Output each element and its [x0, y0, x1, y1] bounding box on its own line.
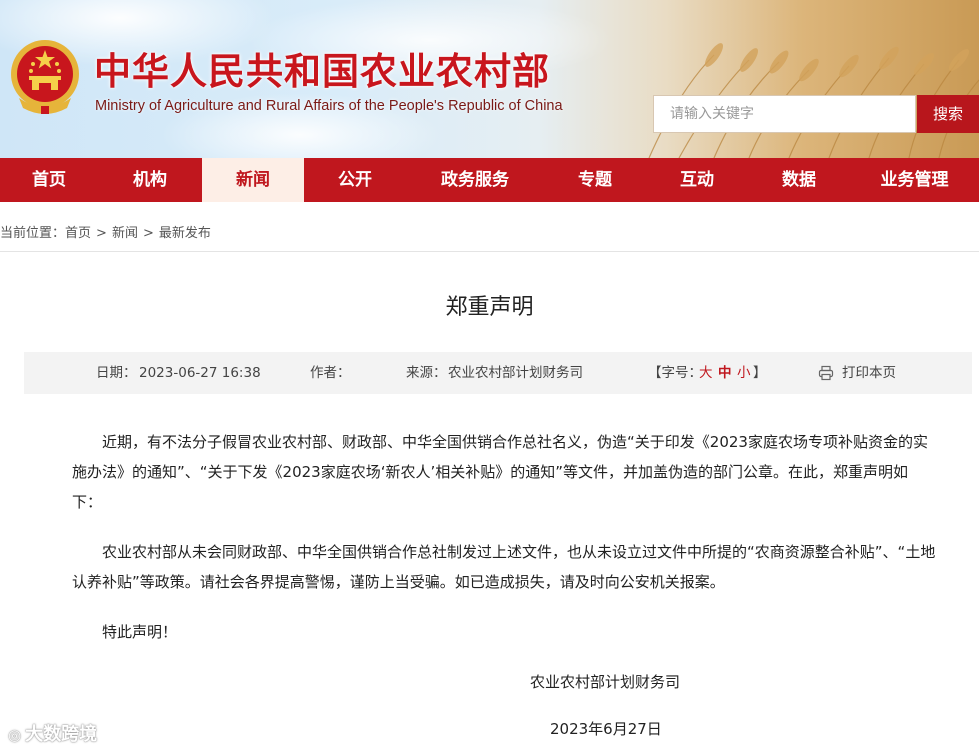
- article-date: 2023-06-27 16:38: [139, 365, 261, 381]
- nav-item-data[interactable]: 数据: [748, 158, 850, 202]
- font-size-medium-button[interactable]: 中: [718, 352, 732, 394]
- divider: [0, 251, 979, 252]
- breadcrumb-latest[interactable]: 最新发布: [159, 226, 211, 241]
- search-input[interactable]: [654, 96, 910, 132]
- article-signature: 农业农村部计划财务司: [530, 673, 681, 691]
- article-source: 农业农村部计划财务司: [448, 365, 583, 381]
- breadcrumb: 当前位置：首页 > 新闻 > 最新发布: [0, 222, 211, 241]
- search-button[interactable]: 搜索: [917, 95, 979, 133]
- nav-item-interaction[interactable]: 互动: [646, 158, 748, 202]
- breadcrumb-separator: >: [96, 226, 107, 241]
- site-title-cn: 中华人民共和国农业农村部: [94, 49, 550, 93]
- nav-item-organization[interactable]: 机构: [98, 158, 202, 202]
- national-emblem-icon: [11, 40, 79, 114]
- article-title: 郑重声明: [445, 295, 534, 320]
- breadcrumb-home[interactable]: 首页: [65, 226, 91, 241]
- breadcrumb-prefix: 当前位置：: [0, 226, 66, 241]
- author-label: 作者：: [310, 365, 351, 381]
- font-size-close: 】: [753, 365, 767, 381]
- watermark: ◎ 大数跨境: [8, 720, 97, 746]
- nav-item-news[interactable]: 新闻: [202, 158, 304, 202]
- print-button[interactable]: 打印本页: [842, 352, 896, 394]
- date-label: 日期：: [96, 365, 137, 381]
- article-paragraph: 农业农村部从未会同财政部、中华全国供销合作总社制发过上述文件，也从未设立过文件中…: [72, 543, 936, 591]
- article-closing: 特此声明！: [102, 623, 178, 641]
- nav-item-gov-services[interactable]: 政务服务: [406, 158, 544, 202]
- breadcrumb-separator: >: [142, 226, 154, 241]
- nav-item-business[interactable]: 业务管理: [850, 158, 979, 202]
- nav-item-home[interactable]: 首页: [0, 158, 98, 202]
- watermark-text: 大数跨境: [25, 724, 98, 745]
- nav-item-topics[interactable]: 专题: [544, 158, 646, 202]
- site-title-en: Ministry of Agriculture and Rural Affair…: [95, 98, 563, 114]
- source-label: 来源：: [406, 365, 447, 381]
- article-paragraph: 近期，有不法分子假冒农业农村部、财政部、中华全国供销合作总社名义，伪造“关于印发…: [72, 433, 928, 511]
- wheat-field-image: [648, 43, 979, 158]
- breadcrumb-news[interactable]: 新闻: [112, 226, 138, 241]
- font-size-large-button[interactable]: 大: [699, 352, 713, 394]
- header-banner: 中华人民共和国农业农村部 Ministry of Agriculture and…: [0, 0, 979, 158]
- search-field[interactable]: [653, 95, 916, 133]
- watermark-logo-icon: ◎: [8, 726, 22, 744]
- nav-item-public[interactable]: 公开: [304, 158, 406, 202]
- article-sign-date: 2023年6月27日: [550, 720, 662, 738]
- main-nav: 首页 机构 新闻 公开 政务服务 专题 互动 数据 业务管理: [0, 158, 979, 202]
- article-meta-bar: 日期： 2023-06-27 16:38 作者： 来源： 农业农村部计划财务司 …: [24, 352, 972, 394]
- font-size-label: 【字号：: [648, 365, 702, 381]
- font-size-small-button[interactable]: 小: [737, 352, 751, 394]
- printer-icon[interactable]: [818, 365, 834, 381]
